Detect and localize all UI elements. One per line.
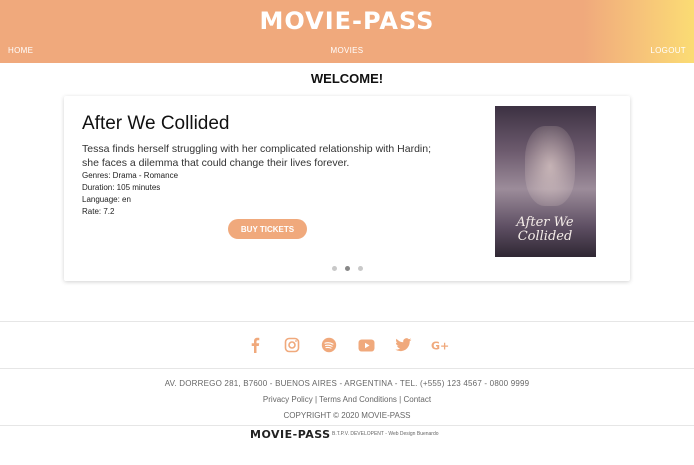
movie-duration: Duration: 105 minutes: [82, 183, 161, 192]
privacy-policy-link[interactable]: Privacy Policy: [263, 395, 313, 404]
footer-divider-bottom: [0, 425, 694, 426]
buy-tickets-button[interactable]: BUY TICKETS: [228, 219, 307, 239]
svg-text:G+: G+: [431, 340, 449, 352]
contact-link[interactable]: Contact: [403, 395, 431, 404]
spotify-icon[interactable]: [319, 336, 339, 354]
link-separator: |: [399, 395, 402, 404]
page-title: WELCOME!: [310, 71, 384, 86]
movie-poster: After We Collided: [495, 106, 596, 257]
carousel-dot-1[interactable]: [332, 266, 337, 271]
movie-description: Tessa finds herself struggling with her …: [82, 143, 432, 169]
movie-genres: Genres: Drama - Romance: [82, 171, 179, 180]
poster-art: [525, 126, 575, 206]
carousel-dot-2[interactable]: [345, 266, 350, 271]
twitter-icon[interactable]: [393, 336, 413, 354]
movie-language: Language: en: [82, 195, 131, 204]
footer-links: Privacy Policy | Terms And Conditions | …: [0, 395, 694, 404]
facebook-icon[interactable]: [245, 336, 265, 354]
youtube-icon[interactable]: [356, 336, 376, 354]
logo: MOVIE-PASS: [259, 7, 435, 35]
footer-divider-top: [0, 321, 694, 322]
copyright: COPYRIGHT © 2020 MOVIE-PASS: [283, 411, 411, 420]
instagram-icon[interactable]: [282, 336, 302, 354]
movie-rate: Rate: 7.2: [82, 207, 115, 216]
nav-movies[interactable]: MOVIES: [0, 46, 694, 55]
footer-divider-middle: [0, 368, 694, 369]
footer-credits: B.T.P.V. DEVELOPENT - Web Design Buenard…: [332, 431, 439, 437]
header: MOVIE-PASS HOME MOVIES LOGOUT: [0, 0, 694, 63]
poster-title: After We Collided: [516, 215, 574, 244]
footer-logo: MOVIE-PASS: [250, 428, 331, 441]
movie-carousel: After We Collided Tessa finds herself st…: [64, 96, 630, 281]
terms-link[interactable]: Terms And Conditions: [319, 395, 397, 404]
movie-title: After We Collided: [82, 113, 230, 134]
link-separator: |: [314, 395, 318, 404]
nav-logout[interactable]: LOGOUT: [650, 46, 686, 55]
google-plus-icon[interactable]: G+: [430, 336, 450, 354]
carousel-dot-3[interactable]: [358, 266, 363, 271]
footer-address: AV. DORREGO 281, B7600 - BUENOS AIRES - …: [164, 379, 530, 388]
